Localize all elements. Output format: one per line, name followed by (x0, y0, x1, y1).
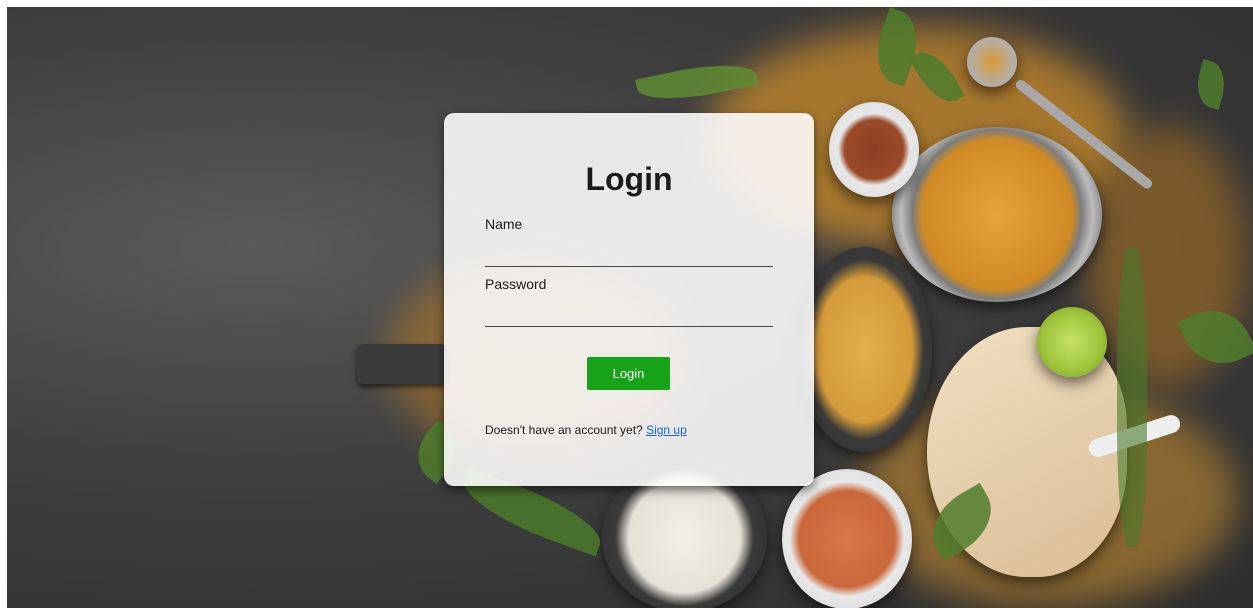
login-card: Login Name Password Login Doesn't have a… (444, 113, 814, 486)
password-label: Password (485, 276, 547, 292)
login-title: Login (585, 161, 673, 197)
signup-prompt-text: Doesn't have an account yet? (485, 423, 643, 437)
password-input[interactable] (485, 302, 773, 327)
name-label: Name (485, 216, 523, 232)
login-button[interactable]: Login (587, 357, 670, 390)
signup-link[interactable]: Sign up (646, 423, 687, 437)
signup-prompt-row: Doesn't have an account yet? Sign up (485, 423, 687, 437)
background-food-image: Login Name Password Login Doesn't have a… (7, 7, 1253, 608)
name-input[interactable] (485, 242, 773, 267)
